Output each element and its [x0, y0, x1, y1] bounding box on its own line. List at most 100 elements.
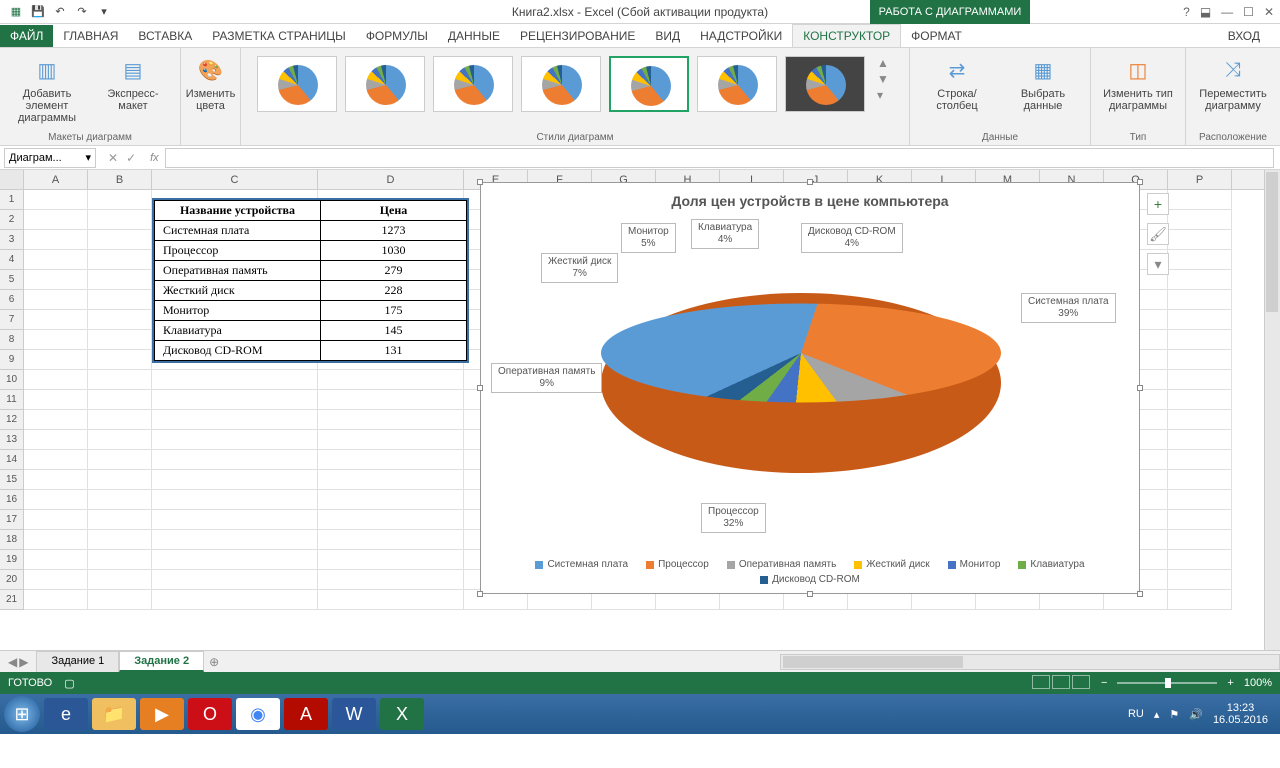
- chart-object[interactable]: Доля цен устройств в цене компьютера Сис…: [480, 182, 1140, 594]
- legend-item[interactable]: Процессор: [646, 559, 709, 570]
- cell[interactable]: [1168, 470, 1232, 490]
- row-header[interactable]: 8: [0, 330, 24, 350]
- row-header[interactable]: 3: [0, 230, 24, 250]
- row-header[interactable]: 6: [0, 290, 24, 310]
- namebox-dropdown-icon[interactable]: ▾: [85, 151, 91, 164]
- cell[interactable]: [88, 450, 152, 470]
- table-cell-value[interactable]: 175: [321, 301, 467, 321]
- legend-item[interactable]: Оперативная память: [727, 559, 836, 570]
- row-header[interactable]: 4: [0, 250, 24, 270]
- row-header[interactable]: 13: [0, 430, 24, 450]
- tab-данные[interactable]: ДАННЫЕ: [438, 25, 510, 47]
- table-cell-value[interactable]: 1030: [321, 241, 467, 261]
- move-chart-button[interactable]: ⤨ Переместить диаграмму: [1194, 52, 1272, 114]
- row-header[interactable]: 21: [0, 590, 24, 610]
- tab-главная[interactable]: ГЛАВНАЯ: [53, 25, 128, 47]
- table-cell-name[interactable]: Процессор: [155, 241, 321, 261]
- table-cell-value[interactable]: 131: [321, 341, 467, 361]
- sheet-tab[interactable]: Задание 1: [36, 651, 119, 672]
- cell[interactable]: [88, 230, 152, 250]
- cell[interactable]: [1168, 490, 1232, 510]
- taskbar-chrome-icon[interactable]: ◉: [236, 698, 280, 730]
- zoom-level[interactable]: 100%: [1244, 677, 1272, 689]
- data-label[interactable]: Системная плата39%: [1021, 293, 1116, 323]
- legend-item[interactable]: Системная плата: [535, 559, 628, 570]
- cancel-formula-icon[interactable]: ✕: [108, 151, 118, 165]
- cell[interactable]: [88, 190, 152, 210]
- cell[interactable]: [24, 570, 88, 590]
- gallery-more-icon[interactable]: ▾: [877, 88, 889, 102]
- tab-вид[interactable]: ВИД: [645, 25, 690, 47]
- cell[interactable]: [88, 570, 152, 590]
- qat-dropdown-icon[interactable]: ▾: [96, 4, 112, 20]
- data-label[interactable]: Оперативная память9%: [491, 363, 602, 393]
- chart-legend[interactable]: Системная плата Процессор Оперативная памя…: [521, 559, 1099, 585]
- row-header[interactable]: 17: [0, 510, 24, 530]
- change-chart-type-button[interactable]: ◫ Изменить тип диаграммы: [1099, 52, 1177, 114]
- cell[interactable]: [1168, 450, 1232, 470]
- taskbar-pdf-icon[interactable]: A: [284, 698, 328, 730]
- tray-show-hidden-icon[interactable]: ▴: [1154, 708, 1160, 721]
- data-table[interactable]: Название устройства Цена Системная плата…: [152, 198, 469, 363]
- cell[interactable]: [24, 470, 88, 490]
- col-header-A[interactable]: A: [24, 170, 88, 189]
- cell[interactable]: [152, 550, 318, 570]
- tray-volume-icon[interactable]: 🔊: [1189, 708, 1203, 721]
- tab-надстройки[interactable]: НАДСТРОЙКИ: [690, 25, 792, 47]
- taskbar-excel-icon[interactable]: X: [380, 698, 424, 730]
- chart-style-1[interactable]: [257, 56, 337, 112]
- data-label[interactable]: Клавиатура4%: [691, 219, 759, 249]
- table-cell-value[interactable]: 228: [321, 281, 467, 301]
- row-header[interactable]: 2: [0, 210, 24, 230]
- tray-flag-icon[interactable]: ⚑: [1169, 708, 1179, 721]
- cell[interactable]: [152, 410, 318, 430]
- signin-link[interactable]: Вход: [1218, 25, 1280, 47]
- table-cell-value[interactable]: 145: [321, 321, 467, 341]
- cell[interactable]: [24, 450, 88, 470]
- table-cell-name[interactable]: Монитор: [155, 301, 321, 321]
- cell[interactable]: [24, 510, 88, 530]
- cell[interactable]: [88, 510, 152, 530]
- formula-input[interactable]: [165, 148, 1274, 168]
- cell[interactable]: [1168, 510, 1232, 530]
- cell[interactable]: [88, 290, 152, 310]
- gallery-scroll-down-icon[interactable]: ▼: [877, 72, 889, 86]
- cell[interactable]: [318, 590, 464, 610]
- select-data-button[interactable]: ▦ Выбрать данные: [1004, 52, 1082, 114]
- cell[interactable]: [152, 450, 318, 470]
- select-all-button[interactable]: [0, 170, 24, 189]
- cell[interactable]: [24, 290, 88, 310]
- row-header[interactable]: 14: [0, 450, 24, 470]
- col-header-D[interactable]: D: [318, 170, 464, 189]
- tab-формулы[interactable]: ФОРМУЛЫ: [356, 25, 438, 47]
- maximize-icon[interactable]: ☐: [1243, 5, 1254, 19]
- switch-row-col-button[interactable]: ⇄ Строка/столбец: [918, 52, 996, 114]
- vertical-scrollbar[interactable]: [1264, 170, 1280, 650]
- zoom-out-button[interactable]: −: [1101, 677, 1107, 689]
- chart-style-6[interactable]: [697, 56, 777, 112]
- chart-style-5[interactable]: [609, 56, 689, 112]
- row-header[interactable]: 1: [0, 190, 24, 210]
- cell[interactable]: [1168, 290, 1232, 310]
- cell[interactable]: [24, 350, 88, 370]
- cell[interactable]: [1168, 330, 1232, 350]
- help-icon[interactable]: ?: [1183, 5, 1190, 19]
- cell[interactable]: [152, 570, 318, 590]
- cell[interactable]: [24, 190, 88, 210]
- cell[interactable]: [318, 470, 464, 490]
- legend-item[interactable]: Монитор: [948, 559, 1001, 570]
- change-colors-button[interactable]: 🎨 Изменить цвета: [182, 52, 240, 114]
- save-icon[interactable]: 💾: [30, 4, 46, 20]
- cell[interactable]: [1168, 250, 1232, 270]
- row-header[interactable]: 9: [0, 350, 24, 370]
- cell[interactable]: [152, 430, 318, 450]
- cell[interactable]: [88, 390, 152, 410]
- row-header[interactable]: 15: [0, 470, 24, 490]
- chart-style-7[interactable]: [785, 56, 865, 112]
- row-header[interactable]: 19: [0, 550, 24, 570]
- cell[interactable]: [152, 510, 318, 530]
- chart-style-3[interactable]: [433, 56, 513, 112]
- row-header[interactable]: 10: [0, 370, 24, 390]
- tab-file[interactable]: ФАЙЛ: [0, 25, 53, 47]
- cell[interactable]: [88, 530, 152, 550]
